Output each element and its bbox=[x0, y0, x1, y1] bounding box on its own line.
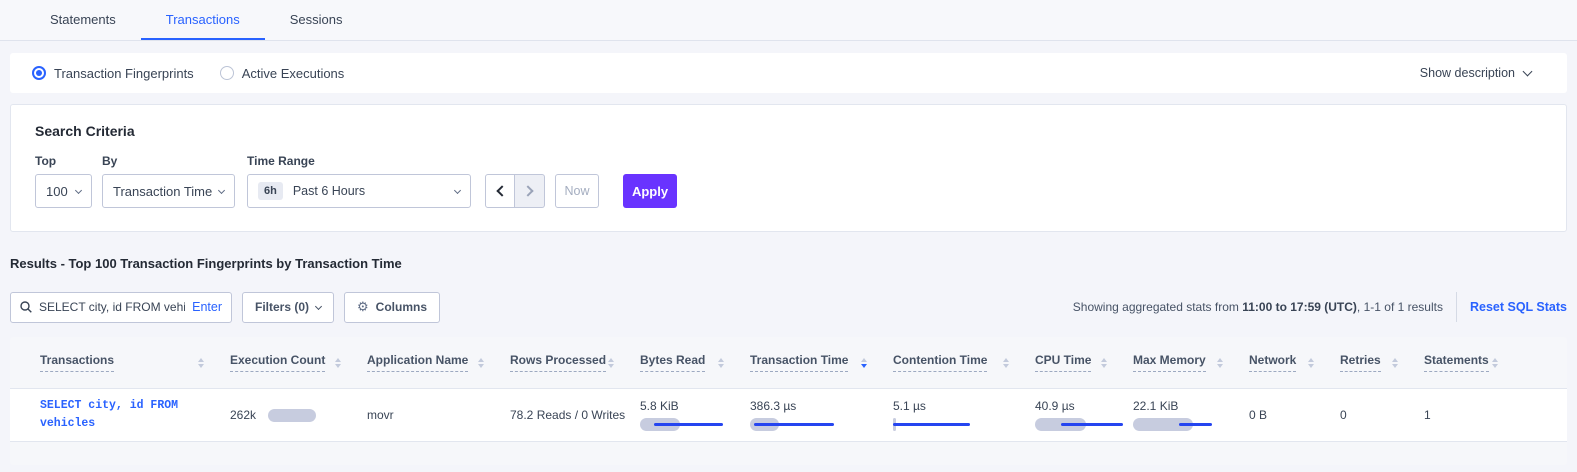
sort-icon-active-desc[interactable] bbox=[861, 358, 867, 368]
transaction-fingerprint-link[interactable]: SELECT city, id FROM vehicles bbox=[40, 397, 205, 434]
enter-button[interactable]: Enter bbox=[192, 300, 222, 314]
chevron-down-icon bbox=[454, 186, 461, 193]
transactions-table: Transactions Execution Count Application… bbox=[10, 337, 1567, 465]
search-icon bbox=[20, 301, 32, 313]
cell-execution-count: 262k bbox=[230, 408, 367, 422]
column-header-network[interactable]: Network bbox=[1249, 353, 1340, 372]
sort-icon[interactable] bbox=[1492, 358, 1498, 368]
gear-icon: ⚙ bbox=[357, 299, 369, 315]
column-header-execution-count[interactable]: Execution Count bbox=[230, 353, 367, 372]
column-header-bytes-read[interactable]: Bytes Read bbox=[640, 353, 750, 372]
search-criteria-panel: Search Criteria Top 100 By Transaction T… bbox=[10, 104, 1567, 232]
now-button[interactable]: Now bbox=[555, 174, 599, 208]
table-row: SELECT city, id FROM vehicles 262k movr … bbox=[10, 389, 1567, 442]
execution-count-bar bbox=[268, 409, 316, 422]
chevron-right-icon bbox=[522, 185, 533, 196]
by-select-value: Transaction Time bbox=[113, 184, 212, 199]
time-next-button[interactable] bbox=[515, 174, 545, 208]
results-title: Results - Top 100 Transaction Fingerprin… bbox=[10, 256, 402, 271]
tab-statements[interactable]: Statements bbox=[25, 0, 141, 40]
cell-rows-processed: 78.2 Reads / 0 Writes bbox=[510, 408, 640, 422]
sort-icon[interactable] bbox=[1101, 358, 1107, 368]
cpu-time-bar bbox=[1035, 418, 1123, 431]
columns-button[interactable]: ⚙ Columns bbox=[344, 292, 440, 323]
chevron-left-icon bbox=[496, 185, 507, 196]
by-select[interactable]: Transaction Time bbox=[102, 174, 235, 208]
filters-button-label: Filters (0) bbox=[255, 300, 309, 314]
search-box[interactable]: Enter bbox=[10, 292, 232, 323]
radio-active-executions-label: Active Executions bbox=[242, 66, 345, 81]
show-description-label: Show description bbox=[1420, 66, 1515, 80]
sort-icon[interactable] bbox=[1308, 358, 1314, 368]
top-label: Top bbox=[35, 154, 92, 168]
filters-button[interactable]: Filters (0) bbox=[242, 292, 334, 323]
chevron-down-icon bbox=[75, 186, 82, 193]
column-header-application-name[interactable]: Application Name bbox=[367, 353, 510, 372]
column-header-contention-time[interactable]: Contention Time bbox=[893, 353, 1035, 372]
cell-transaction-time: 386.3 µs bbox=[750, 399, 893, 431]
search-criteria-title: Search Criteria bbox=[35, 123, 1542, 139]
chevron-down-icon bbox=[1523, 66, 1533, 76]
column-header-max-memory[interactable]: Max Memory bbox=[1133, 353, 1249, 372]
radio-transaction-fingerprints-label: Transaction Fingerprints bbox=[54, 66, 194, 81]
cell-retries: 0 bbox=[1340, 408, 1424, 422]
column-header-rows-processed[interactable]: Rows Processed bbox=[510, 353, 640, 372]
sort-icon[interactable] bbox=[1392, 358, 1398, 368]
transaction-time-bar bbox=[750, 418, 838, 431]
column-header-cpu-time[interactable]: CPU Time bbox=[1035, 353, 1133, 372]
top-select[interactable]: 100 bbox=[35, 174, 92, 208]
apply-button[interactable]: Apply bbox=[623, 174, 677, 208]
max-memory-bar bbox=[1133, 418, 1221, 431]
toolbar-divider bbox=[1456, 292, 1457, 322]
cell-bytes-read: 5.8 KiB bbox=[640, 399, 750, 431]
stats-time-range: 11:00 to 17:59 (UTC) bbox=[1242, 300, 1357, 314]
sort-icon[interactable] bbox=[608, 358, 614, 368]
page-tabbar: Statements Transactions Sessions bbox=[0, 0, 1577, 41]
chevron-down-icon bbox=[315, 302, 322, 309]
cell-application-name: movr bbox=[367, 408, 510, 422]
cell-max-memory: 22.1 KiB bbox=[1133, 399, 1249, 431]
sort-icon[interactable] bbox=[1217, 358, 1223, 368]
column-header-transactions[interactable]: Transactions bbox=[40, 353, 230, 372]
cell-contention-time: 5.1 µs bbox=[893, 399, 1035, 431]
cell-cpu-time: 40.9 µs bbox=[1035, 399, 1133, 431]
radio-active-executions[interactable] bbox=[220, 66, 234, 80]
sort-icon[interactable] bbox=[198, 358, 204, 368]
sort-icon[interactable] bbox=[1003, 358, 1009, 368]
cell-network: 0 B bbox=[1249, 408, 1340, 422]
contention-time-bar bbox=[893, 418, 981, 431]
top-select-value: 100 bbox=[46, 184, 68, 199]
cell-statements: 1 bbox=[1424, 408, 1524, 422]
time-range-badge: 6h bbox=[258, 182, 283, 200]
by-label: By bbox=[102, 154, 235, 168]
table-header-row: Transactions Execution Count Application… bbox=[10, 337, 1567, 389]
show-description-toggle[interactable]: Show description bbox=[1420, 66, 1531, 80]
view-toggle-bar: Transaction Fingerprints Active Executio… bbox=[10, 53, 1567, 93]
time-range-select[interactable]: 6h Past 6 Hours bbox=[247, 174, 471, 208]
search-input[interactable] bbox=[39, 300, 185, 314]
columns-button-label: Columns bbox=[376, 300, 427, 314]
tab-transactions[interactable]: Transactions bbox=[141, 0, 265, 40]
column-header-retries[interactable]: Retries bbox=[1340, 353, 1424, 372]
radio-selected-dot bbox=[36, 70, 42, 76]
sort-icon[interactable] bbox=[478, 358, 484, 368]
bytes-read-bar bbox=[640, 418, 728, 431]
time-prev-button[interactable] bbox=[485, 174, 515, 208]
reset-sql-stats-link[interactable]: Reset SQL Stats bbox=[1470, 300, 1567, 314]
results-toolbar: Enter Filters (0) ⚙ Columns Showing aggr… bbox=[10, 291, 1567, 323]
radio-transaction-fingerprints[interactable] bbox=[32, 66, 46, 80]
column-header-statements[interactable]: Statements bbox=[1424, 353, 1524, 372]
chevron-down-icon bbox=[218, 186, 225, 193]
stats-summary: Showing aggregated stats from 11:00 to 1… bbox=[1073, 300, 1443, 314]
column-header-transaction-time[interactable]: Transaction Time bbox=[750, 353, 893, 372]
sort-icon[interactable] bbox=[718, 358, 724, 368]
tab-sessions[interactable]: Sessions bbox=[265, 0, 368, 40]
sort-icon[interactable] bbox=[335, 358, 341, 368]
time-range-label: Time Range bbox=[247, 154, 471, 168]
time-range-value: Past 6 Hours bbox=[293, 184, 365, 198]
